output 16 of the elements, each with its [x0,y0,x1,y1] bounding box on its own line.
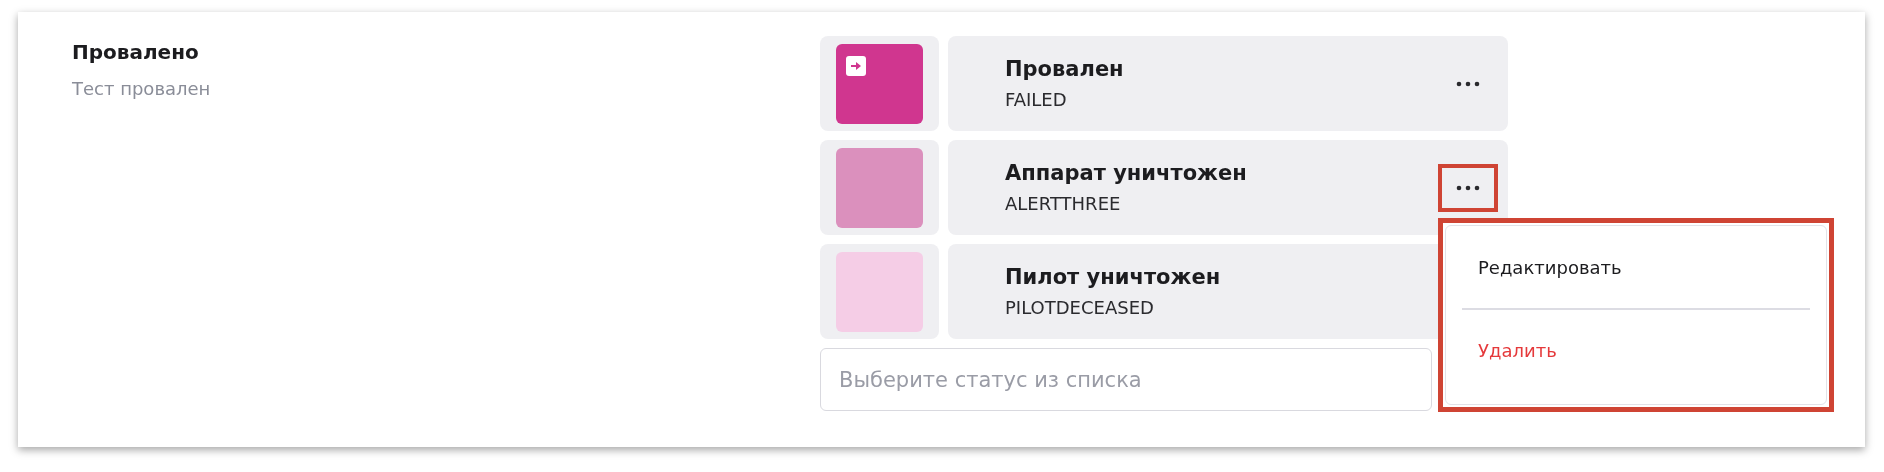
color-swatch[interactable] [836,148,923,228]
more-icon [1456,184,1480,191]
status-code: ALERTTHREE [1005,193,1122,214]
menu-item[interactable]: Редактировать [1462,226,1810,308]
section-description: Тест провален [72,78,212,99]
status-code: PILOTDECEASED [1005,297,1155,318]
more-button[interactable] [1438,163,1498,212]
more-icon [1456,80,1480,87]
status-select-field[interactable]: Выберите статус из списка [820,348,1432,411]
color-swatch[interactable] [836,252,923,332]
color-swatch[interactable] [836,44,923,124]
status-name: Провален [1005,57,1125,81]
menu-item[interactable]: Удалить [1462,309,1810,392]
status-code: FAILED [1005,89,1068,110]
section-title: Провалено [72,40,200,64]
status-name: Аппарат уничтожен [1005,161,1248,185]
